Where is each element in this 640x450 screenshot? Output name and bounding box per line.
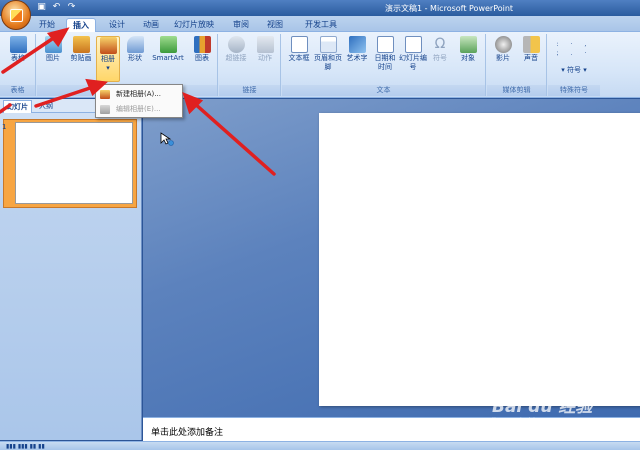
header-footer-icon <box>319 36 337 53</box>
office-button[interactable] <box>1 0 31 30</box>
busy-cursor-icon <box>160 132 174 146</box>
photo-album-dropdown: 新建相册(A)... 编辑相册(E)... <box>95 84 183 118</box>
chart-icon <box>193 36 211 53</box>
smartart-icon <box>159 36 177 53</box>
tab-slides[interactable]: 幻灯片 <box>3 100 32 113</box>
tab-slideshow[interactable]: 幻灯片放映 <box>170 18 218 32</box>
group-text: 文本框 页眉和页脚 艺术字 日期和时间 幻灯片编号 Ω 符号 对象 文本 <box>282 34 486 96</box>
baidu-watermark: Bai du 经验 jingyan.baidu.com <box>492 392 592 425</box>
group-table: 表格 表格 <box>0 34 36 96</box>
action-icon <box>256 36 274 53</box>
tab-review[interactable]: 审阅 <box>228 18 254 32</box>
clipart-button[interactable]: 剪贴画 <box>67 36 95 63</box>
save-icon[interactable]: ▣ <box>36 2 47 13</box>
header-footer-button[interactable]: 页眉和页脚 <box>314 36 342 72</box>
tab-insert[interactable]: 插入 <box>66 18 96 32</box>
photo-album-button[interactable]: 相册 ▾ <box>96 36 120 82</box>
sound-button[interactable]: 声音 <box>518 36 544 63</box>
slide-canvas[interactable] <box>319 113 640 406</box>
status-text: ▮▮▮ ▮▮▮ ▮▮ ▮▮ <box>6 443 45 450</box>
edit-album-icon <box>100 105 110 114</box>
picture-button[interactable]: 图片 <box>40 36 66 63</box>
group-media-label: 媒体剪辑 <box>487 85 546 96</box>
watermark-main: Bai du 经验 <box>492 397 593 417</box>
table-button[interactable]: 表格 <box>4 36 32 63</box>
wordart-button[interactable]: 艺术字 <box>343 36 371 63</box>
group-table-label: 表格 <box>0 85 35 96</box>
object-button[interactable]: 对象 <box>454 36 482 63</box>
group-special-symbols: : · , ; . · ▾ 符号 ▾ 特殊符号 <box>548 34 600 96</box>
slide-number-button[interactable]: 幻灯片编号 <box>399 36 427 72</box>
film-reel-icon <box>494 36 512 53</box>
photo-album-icon <box>99 37 117 54</box>
group-media: 影片 声音 媒体剪辑 <box>487 34 547 96</box>
shapes-icon <box>126 36 144 53</box>
quick-access-toolbar: ▣ ↶ ↷ <box>36 2 77 13</box>
new-photo-album-item[interactable]: 新建相册(A)... <box>96 87 182 102</box>
symbol-dots-icon: : · , <box>556 41 592 48</box>
object-icon <box>459 36 477 53</box>
wordart-icon <box>348 36 366 53</box>
chevron-down-icon: ▾ <box>106 64 110 72</box>
photo-album-icon <box>100 90 110 99</box>
title-bar: ▣ ↶ ↷ 演示文稿1 - Microsoft PowerPoint <box>0 0 640 16</box>
calendar-icon <box>376 36 394 53</box>
smartart-button[interactable]: SmartArt <box>149 36 187 63</box>
shapes-button[interactable]: 形状 <box>123 36 147 63</box>
table-icon <box>9 36 27 53</box>
undo-icon[interactable]: ↶ <box>51 2 62 13</box>
window-title: 演示文稿1 - Microsoft PowerPoint <box>385 4 514 13</box>
special-symbol-button[interactable]: ▾ 符号 ▾ <box>552 66 596 75</box>
tab-developer[interactable]: 开发工具 <box>300 18 342 32</box>
redo-icon[interactable]: ↷ <box>66 2 77 13</box>
tab-animation[interactable]: 动画 <box>137 18 165 32</box>
group-links: 超链接 动作 链接 <box>219 34 281 96</box>
slide-thumbnail[interactable] <box>15 122 133 204</box>
tab-outline[interactable]: 大纲 <box>36 100 56 113</box>
group-links-label: 链接 <box>219 85 280 96</box>
group-special-symbols-label: 特殊符号 <box>548 85 600 96</box>
edit-photo-album-item[interactable]: 编辑相册(E)... <box>96 102 182 117</box>
group-text-label: 文本 <box>282 85 485 96</box>
slides-panel: 幻灯片 大纲 × 1 <box>0 99 142 440</box>
status-bar: ▮▮▮ ▮▮▮ ▮▮ ▮▮ <box>0 441 640 450</box>
chart-button[interactable]: 图表 <box>189 36 215 63</box>
action-button[interactable]: 动作 <box>252 36 278 63</box>
slide-number: 1 <box>2 123 7 131</box>
movie-button[interactable]: 影片 <box>490 36 516 63</box>
tab-view[interactable]: 视图 <box>262 18 288 32</box>
special-symbols-grid[interactable]: : · , ; . · <box>552 40 596 58</box>
date-time-button[interactable]: 日期和时间 <box>372 36 398 72</box>
watermark-sub: jingyan.baidu.com <box>492 417 557 425</box>
tab-home[interactable]: 开始 <box>34 18 60 32</box>
office-logo-icon <box>10 9 23 22</box>
globe-icon <box>227 36 245 53</box>
omega-icon: Ω <box>434 36 446 52</box>
textbox-icon <box>290 36 308 53</box>
slide-workspace <box>143 99 640 417</box>
ribbon-tabs: 开始 插入 设计 动画 幻灯片放映 审阅 视图 开发工具 <box>0 16 640 32</box>
tab-design[interactable]: 设计 <box>103 18 131 32</box>
hyperlink-button[interactable]: 超链接 <box>222 36 250 63</box>
symbol-button[interactable]: Ω 符号 <box>428 36 452 63</box>
slide-number-icon <box>404 36 422 53</box>
textbox-button[interactable]: 文本框 <box>285 36 313 63</box>
speaker-icon <box>522 36 540 53</box>
clipart-icon <box>72 36 90 53</box>
picture-icon <box>44 36 62 53</box>
notes-placeholder: 单击此处添加备注 <box>151 428 224 438</box>
